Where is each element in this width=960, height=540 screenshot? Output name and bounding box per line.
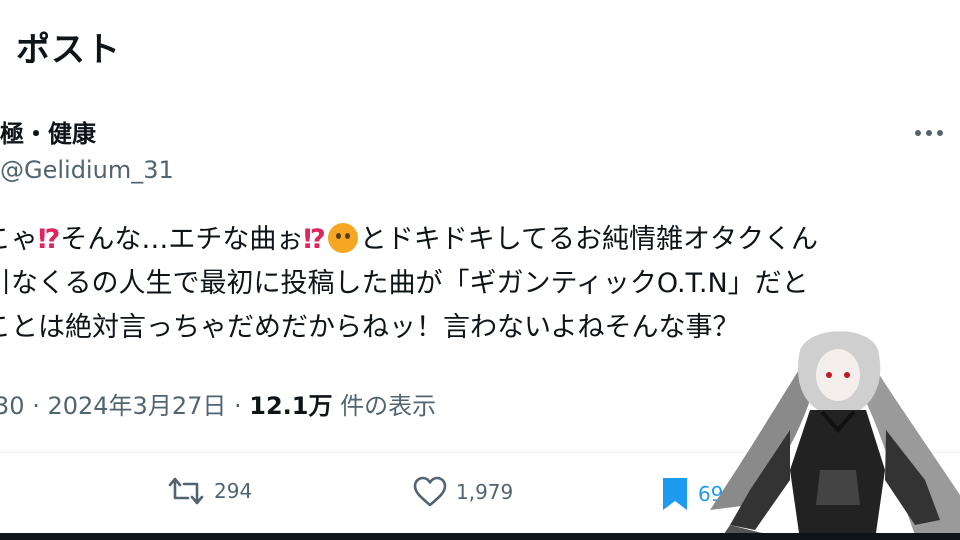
retweet-count: 294 bbox=[214, 479, 253, 503]
retweet-icon bbox=[168, 477, 204, 505]
more-icon bbox=[915, 130, 943, 136]
more-button[interactable] bbox=[912, 116, 946, 150]
tweet-meta: 30 · 2024年3月27日 · 12.1万 件の表示 bbox=[0, 386, 436, 421]
tweet-text-segment: こゃ bbox=[0, 224, 38, 255]
tweet-line-1: こゃ⁉そんな…エチな曲ぉ⁉とドキドキしてるお純情雑オタクくん bbox=[0, 218, 944, 262]
views-label: 件の表示 bbox=[340, 392, 437, 420]
anime-character-illustration bbox=[710, 331, 960, 540]
tweet-text-segment: とドキドキしてるお純情雑オタクくん bbox=[359, 224, 818, 255]
meta-separator: · bbox=[234, 392, 242, 420]
tweet-date[interactable]: 2024年3月27日 bbox=[47, 392, 226, 420]
views-count: 12.1万 bbox=[249, 392, 333, 420]
page-title: ポスト bbox=[16, 30, 121, 70]
meta-separator: · bbox=[32, 392, 40, 420]
tweet-text-segment: そんな…エチな曲ぉ bbox=[60, 224, 304, 255]
bottom-bar bbox=[0, 533, 960, 540]
tweet-time[interactable]: 30 bbox=[0, 392, 25, 420]
author-handle[interactable]: @Gelidium_31 bbox=[0, 156, 174, 184]
exclamation-question-icon: ⁉ bbox=[303, 224, 326, 255]
author-name[interactable]: 極・健康 bbox=[0, 114, 96, 149]
exclamation-question-icon: ⁉ bbox=[38, 224, 61, 255]
like-count: 1,979 bbox=[456, 480, 514, 504]
flushed-face-icon bbox=[327, 223, 358, 253]
bookmark-icon bbox=[663, 478, 687, 510]
retweet-button[interactable]: 294 bbox=[166, 476, 252, 506]
heart-icon bbox=[413, 476, 447, 507]
like-button[interactable]: 1,979 bbox=[412, 476, 513, 508]
tweet-line-2: 引なくるの人生で最初に投稿した曲が「ギガンティックO.T.N」だと bbox=[0, 268, 809, 299]
